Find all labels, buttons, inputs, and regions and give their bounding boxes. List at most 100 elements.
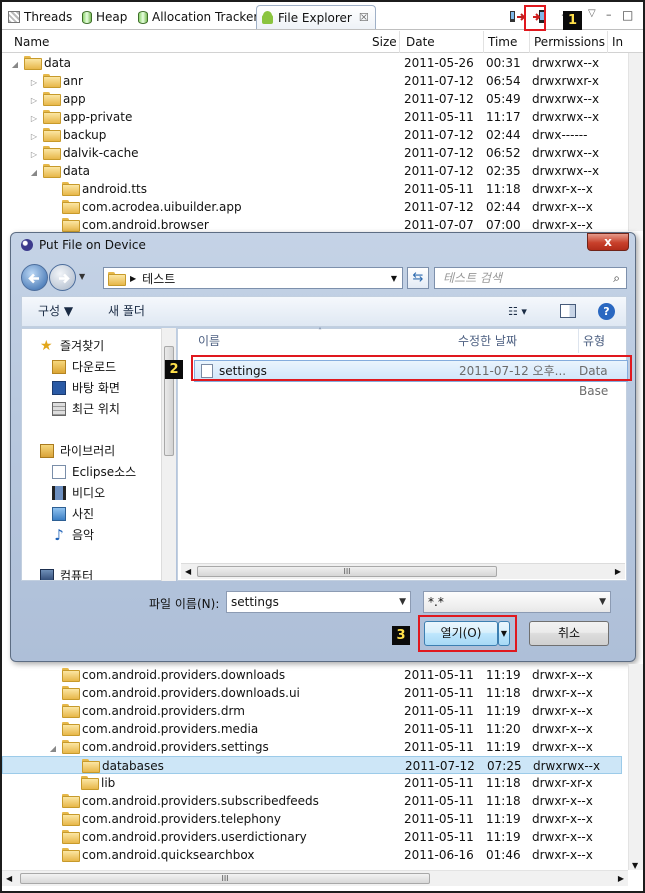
filter-chevron-down-icon[interactable]: ▼ [599, 592, 606, 612]
nav-music[interactable]: ♪ 음악 [52, 525, 94, 545]
table-row[interactable]: com.android.quicksearchbox 2011-06-16 01:4… [2, 846, 622, 864]
column-name[interactable]: Name [10, 31, 370, 53]
table-row[interactable]: com.android.providers.downloads.ui 2011-0… [2, 684, 622, 702]
libraries-icon [40, 444, 54, 458]
table-row[interactable]: com.acrodea.uibuilder.app 2011-07-12 02:44… [2, 198, 622, 216]
organize-button[interactable]: 구성 ▼ [38, 297, 73, 326]
row-time: 11:19 [486, 812, 521, 826]
table-row[interactable]: com.android.providers.downloads 2011-05-1… [2, 666, 622, 684]
table-row[interactable]: com.android.providers.telephony 2011-05-1… [2, 810, 622, 828]
nav-favorites[interactable]: ★ 즐겨찾기 [40, 336, 104, 356]
dialog-close-button[interactable]: x [587, 233, 629, 251]
path-box[interactable]: ▶ 테스트 ▼ [103, 267, 403, 289]
column-size[interactable]: Size [368, 31, 400, 53]
nav-label: 다운로드 [72, 360, 117, 374]
minimize-icon[interactable]: – [606, 8, 623, 25]
file-scroll-thumb[interactable]: III [197, 566, 497, 577]
help-icon[interactable]: ? [598, 303, 615, 320]
folder-icon [81, 776, 99, 790]
table-row[interactable]: ▷ backup 2011-07-12 02:44 drwx------ [2, 126, 622, 144]
file-type-filter[interactable]: *.* ▼ [423, 591, 611, 613]
filename-chevron-down-icon[interactable]: ▼ [399, 592, 406, 612]
nav-computer[interactable]: 컴퓨터 [40, 566, 94, 581]
tab-threads[interactable]: Threads [8, 5, 72, 29]
tree-scroll-left-icon[interactable]: ◀ [6, 871, 12, 886]
tree-scroll-right-icon[interactable]: ▶ [618, 871, 624, 886]
table-row[interactable]: databases 2011-07-12 07:25 drwxrwx--x [2, 756, 622, 774]
close-tab-icon[interactable]: ☒ [359, 11, 369, 24]
maximize-icon[interactable]: □ [622, 8, 639, 25]
nav-eclipse-source[interactable]: Eclipse소스 [52, 462, 136, 482]
row-perm: drwxrwx--x [532, 92, 600, 106]
tree-scroll-thumb[interactable]: III [20, 873, 430, 884]
nav-video[interactable]: 비디오 [52, 483, 105, 503]
breadcrumb-arrow-icon[interactable]: ▶ [130, 274, 136, 283]
view-options-icon[interactable]: ☷ ▾ [508, 297, 527, 326]
row-name: com.android.providers.downloads.ui [82, 686, 300, 700]
nav-downloads[interactable]: 다운로드 [52, 357, 116, 377]
row-time: 02:44 [486, 200, 521, 214]
row-time: 11:19 [486, 704, 521, 718]
scroll-down-icon[interactable]: ▼ [632, 861, 638, 870]
table-row[interactable]: com.android.providers.subscribedfeeds 201… [2, 792, 622, 810]
search-input[interactable]: 테스트 검색 ⌕ [434, 267, 627, 289]
file-column-type[interactable]: 유형 [578, 329, 605, 353]
tree-vertical-scrollbar-bottom[interactable]: ▼ [628, 664, 643, 870]
scroll-left-icon[interactable]: ◀ [185, 564, 191, 579]
table-header: Name Size Date Time Permissions In [2, 31, 643, 53]
history-chevron-down-icon[interactable]: ▼ [79, 272, 85, 281]
folder-icon [82, 759, 100, 773]
scroll-right-icon[interactable]: ▶ [615, 564, 621, 579]
row-perm: drwxrwx--x [533, 759, 601, 773]
folder-icon [43, 164, 61, 178]
table-row[interactable]: ▷ app 2011-07-12 05:49 drwxrwx--x [2, 90, 622, 108]
row-date: 2011-06-16 [404, 848, 474, 862]
new-folder-button[interactable]: 새 폴더 [108, 297, 145, 326]
column-permissions[interactable]: Permissions [530, 31, 608, 53]
preview-pane-icon[interactable] [560, 304, 576, 318]
tab-file-explorer[interactable]: File Explorer ☒ [256, 5, 376, 29]
tab-allocation-tracker[interactable]: Allocation Tracker [138, 5, 258, 29]
table-row[interactable]: ◢ data 2011-05-26 00:31 drwxrwx--x [2, 54, 622, 72]
breadcrumb-current[interactable]: 테스트 [142, 270, 175, 287]
file-column-modified[interactable]: 수정한 날짜 [458, 329, 517, 353]
row-name-cell: ▷ backup [29, 126, 106, 146]
table-row[interactable]: android.tts 2011-05-11 11:18 drwxr-x--x [2, 180, 622, 198]
file-column-name[interactable]: 이름 [198, 329, 220, 353]
tree-vertical-scrollbar-top[interactable] [628, 53, 643, 231]
table-row[interactable]: com.android.providers.userdictionary 2011… [2, 828, 622, 846]
search-icon[interactable]: ⌕ [613, 268, 620, 288]
nav-label: 컴퓨터 [60, 569, 94, 581]
tab-heap[interactable]: Heap [82, 5, 127, 29]
row-date: 2011-07-12 [404, 128, 474, 142]
nav-libraries[interactable]: 라이브러리 [40, 441, 115, 461]
filename-input[interactable]: settings ▼ [226, 591, 411, 613]
row-name: lib [101, 776, 116, 790]
cancel-button[interactable]: 취소 [529, 621, 609, 646]
table-row[interactable]: com.android.providers.drm 2011-05-11 11:19… [2, 702, 622, 720]
view-menu-icon[interactable]: ▽ [588, 8, 605, 25]
nav-recent[interactable]: 최근 위치 [52, 399, 120, 419]
column-info[interactable]: In [608, 31, 643, 53]
eclipse-icon [21, 239, 33, 251]
table-row[interactable]: ◢ com.android.providers.settings 2011-05-1… [2, 738, 622, 756]
table-row[interactable]: ▷ app-private 2011-05-11 11:17 drwxrwx--x [2, 108, 622, 126]
row-perm: drwxr-x--x [532, 740, 593, 754]
table-row[interactable]: lib 2011-05-11 11:18 drwxr-xr-x [2, 774, 622, 792]
column-date[interactable]: Date [402, 31, 484, 53]
table-row[interactable]: com.android.providers.media 2011-05-11 11:… [2, 720, 622, 738]
path-chevron-down-icon[interactable]: ▼ [391, 274, 397, 283]
file-horizontal-scrollbar[interactable]: ◀ III ▶ [181, 563, 625, 579]
back-button[interactable] [21, 264, 48, 291]
row-name: backup [63, 128, 107, 142]
table-row[interactable]: ▷ dalvik-cache 2011-07-12 06:52 drwxrwx--x [2, 144, 622, 162]
row-perm: drwxr-x--x [532, 686, 593, 700]
nav-pictures[interactable]: 사진 [52, 504, 94, 524]
column-time[interactable]: Time [484, 31, 530, 53]
refresh-icon[interactable]: ⇆ [407, 267, 429, 289]
tree-horizontal-scrollbar[interactable]: ◀ III ▶ [2, 870, 628, 886]
forward-button[interactable] [49, 264, 76, 291]
table-row[interactable]: ▷ anr 2011-07-12 06:54 drwxrwxr-x [2, 72, 622, 90]
nav-desktop[interactable]: 바탕 화면 [52, 378, 120, 398]
table-row[interactable]: ◢ data 2011-07-12 02:35 drwxrwx--x [2, 162, 622, 180]
